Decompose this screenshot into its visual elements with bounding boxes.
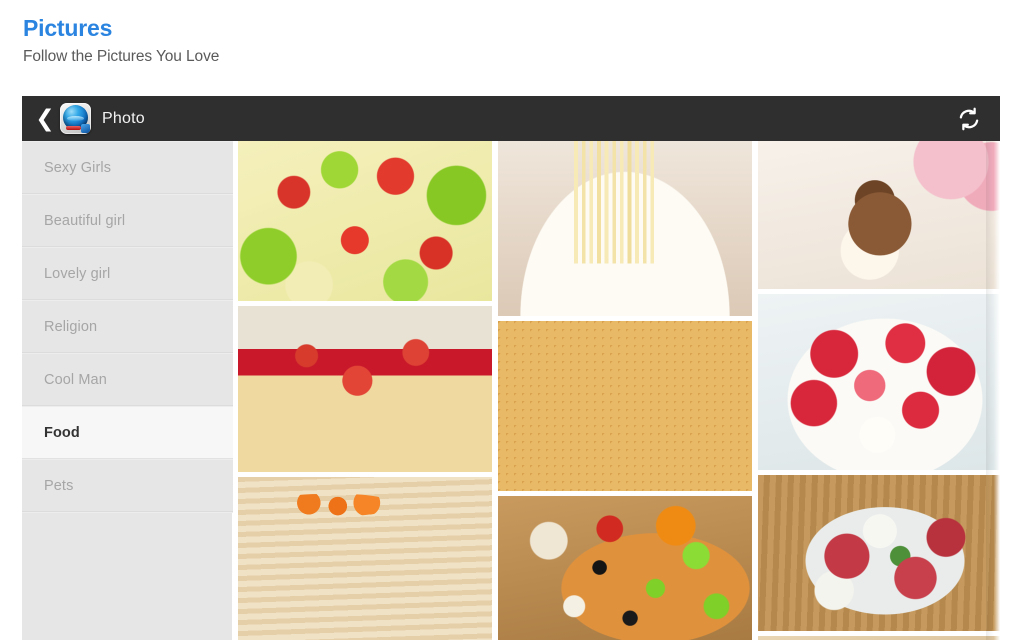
sidebar-item-cool-man[interactable]: Cool Man <box>22 353 233 406</box>
photo-strawberry-cake[interactable] <box>758 294 1000 470</box>
photo-fruit-salad[interactable] <box>238 141 492 301</box>
photo-pancake-stack-image <box>238 477 492 640</box>
photo-octopus-salad[interactable] <box>758 475 1000 631</box>
photo-chocolate-dessert-image <box>758 141 1000 289</box>
photo-crepe-strawberry[interactable] <box>238 306 492 472</box>
sidebar-filler <box>22 512 233 513</box>
sidebar-item-religion[interactable]: Religion <box>22 300 233 353</box>
photo-pizza[interactable] <box>498 496 752 640</box>
page-root: Pictures Follow the Pictures You Love ❮ … <box>0 0 1024 640</box>
photo-chocolate-dessert[interactable] <box>758 141 1000 289</box>
sidebar-item-label: Beautiful girl <box>44 212 126 229</box>
grid-scrollbar[interactable] <box>986 141 1000 640</box>
sidebar-item-label: Pets <box>44 477 74 494</box>
app-title-bar: ❮ Photo <box>22 96 1000 141</box>
photo-octopus-salad-image <box>758 475 1000 631</box>
category-sidebar: Sexy Girls Beautiful girl Lovely girl Relig… <box>22 141 233 640</box>
photo-grid-column-3 <box>758 141 1000 640</box>
page-subtitle: Follow the Pictures You Love <box>23 48 220 65</box>
app-name-label: Photo <box>102 109 145 127</box>
sidebar-item-label: Religion <box>44 318 98 335</box>
sidebar-item-lovely-girl[interactable]: Lovely girl <box>22 247 233 300</box>
photo-app-icon <box>60 103 91 134</box>
sidebar-item-sexy-girls[interactable]: Sexy Girls <box>22 141 233 194</box>
sidebar-item-label: Lovely girl <box>44 265 111 282</box>
photo-pizza-image <box>498 496 752 640</box>
photo-fried-sandwich-image <box>498 321 752 491</box>
sidebar-item-label: Cool Man <box>44 371 107 388</box>
photo-grid-column-1 <box>238 141 492 640</box>
sidebar-item-beautiful-girl[interactable]: Beautiful girl <box>22 194 233 247</box>
photo-crepe-strawberry-image <box>238 306 492 472</box>
sidebar-item-label: Sexy Girls <box>44 159 112 176</box>
photo-breakfast-juice[interactable] <box>758 636 1000 640</box>
page-title: Pictures <box>23 15 113 41</box>
photo-noodle-soup[interactable] <box>498 141 752 316</box>
sidebar-item-food[interactable]: Food <box>22 406 233 459</box>
photo-grid[interactable] <box>233 141 1000 640</box>
photo-app-window: ❮ Photo Sexy GirlsBeautiful girlLovely <box>22 96 1000 640</box>
back-chevron-icon[interactable]: ❮ <box>34 107 56 130</box>
photo-strawberry-cake-image <box>758 294 1000 470</box>
photo-pancake-stack[interactable] <box>238 477 492 640</box>
refresh-icon[interactable] <box>956 106 982 132</box>
page-header: Pictures Follow the Pictures You Love <box>0 0 1024 68</box>
sidebar-item-label: Food <box>44 424 80 441</box>
photo-fried-sandwich[interactable] <box>498 321 752 491</box>
app-body: Sexy Girls Beautiful girl Lovely girl Relig… <box>22 141 1000 640</box>
photo-noodle-soup-image <box>498 141 752 316</box>
photo-breakfast-juice-image <box>758 636 1000 640</box>
photo-fruit-salad-image <box>238 141 492 301</box>
photo-grid-column-2 <box>498 141 752 640</box>
sidebar-item-pets[interactable]: Pets <box>22 459 233 512</box>
